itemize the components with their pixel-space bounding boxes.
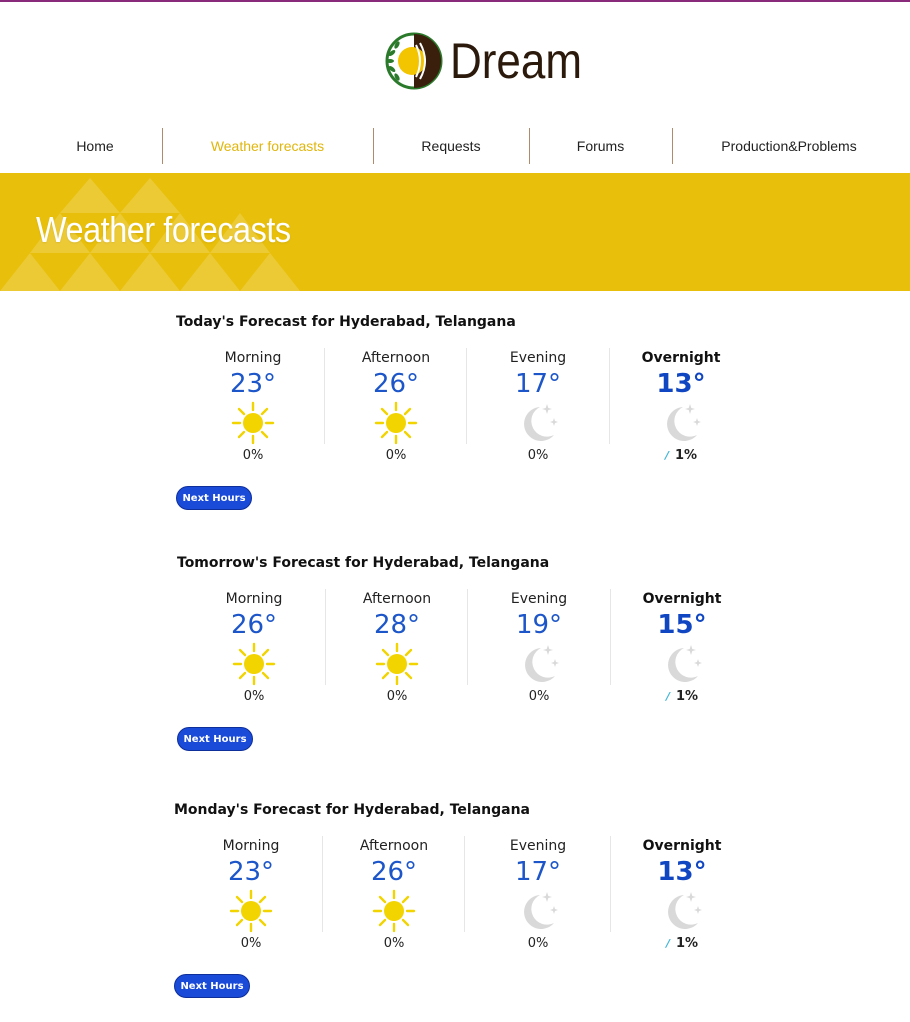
period-precip: 0% [242, 448, 264, 463]
period-evening: Evening 17° 0% [467, 348, 609, 468]
period-temp: 23° [227, 857, 275, 887]
moon-icon [467, 400, 609, 446]
brand-name: Dream [450, 33, 583, 89]
period-label: Morning [224, 350, 282, 366]
next-hours-button[interactable]: Next Hours [176, 486, 252, 510]
period-label: Overnight [642, 591, 722, 607]
raindrop-icon: / [664, 449, 669, 462]
period-temp: 26° [230, 610, 278, 640]
period-afternoon: Afternoon 28° 0% [326, 589, 468, 709]
top-border [0, 0, 910, 2]
period-label: Overnight [642, 838, 722, 854]
next-hours-button[interactable]: Next Hours [174, 974, 250, 998]
period-temp: 28° [373, 610, 421, 640]
period-precip-row: / 1% [611, 687, 753, 707]
period-temp: 17° [514, 369, 562, 399]
period-label: Afternoon [359, 838, 429, 854]
period-precip: 0% [528, 689, 550, 704]
period-overnight: Overnight 15° / 1% [611, 589, 753, 709]
nav-divider [162, 128, 163, 164]
period-afternoon: Afternoon 26° 0% [325, 348, 467, 468]
period-precip-row: / 1% [610, 446, 752, 466]
period-morning: Morning 23° 0% [182, 348, 324, 468]
period-temp: 13° [656, 369, 706, 399]
sun-icon [323, 888, 465, 934]
logo-emblem-icon [385, 32, 443, 90]
nav-home[interactable]: Home [40, 128, 150, 164]
period-precip: 0% [240, 936, 262, 951]
period-temp: 26° [370, 857, 418, 887]
period-evening: Evening 17° 0% [467, 836, 609, 956]
period-evening: Evening 19° 0% [468, 589, 610, 709]
period-precip: 1% [675, 689, 699, 704]
moon-icon [611, 641, 753, 687]
column-divider [464, 836, 465, 932]
period-afternoon: Afternoon 26° 0% [323, 836, 465, 956]
period-precip: 0% [385, 448, 407, 463]
nav-requests[interactable]: Requests [385, 128, 517, 164]
nav-divider [529, 128, 530, 164]
period-precip-row: / 1% [611, 934, 753, 954]
nav-forums[interactable]: Forums [540, 128, 661, 164]
period-label: Morning [225, 591, 283, 607]
sun-icon [183, 641, 325, 687]
period-precip: 0% [527, 936, 549, 951]
period-overnight: Overnight 13° / 1% [610, 348, 752, 468]
moon-icon [468, 641, 610, 687]
period-precip: 1% [674, 448, 698, 463]
period-temp: 13° [657, 857, 707, 887]
period-overnight: Overnight 13° / 1% [611, 836, 753, 956]
period-precip: 0% [527, 448, 549, 463]
period-morning: Morning 23° 0% [180, 836, 322, 956]
period-temp: 23° [229, 369, 277, 399]
moon-icon [467, 888, 609, 934]
period-label: Evening [510, 591, 568, 607]
period-temp: 17° [514, 857, 562, 887]
period-label: Afternoon [362, 591, 432, 607]
page-banner: Weather forecasts [0, 173, 910, 291]
forecast-section-monday: Monday's Forecast for Hyderabad, Telanga… [174, 802, 774, 1022]
forecast-section-today: Today's Forecast for Hyderabad, Telangan… [176, 314, 776, 534]
sun-icon [182, 400, 324, 446]
period-temp: 15° [657, 610, 707, 640]
raindrop-icon: / [665, 690, 670, 703]
period-precip: 0% [243, 689, 265, 704]
forecast-title: Monday's Forecast for Hyderabad, Telanga… [174, 802, 530, 818]
page-title: Weather forecasts [36, 209, 291, 250]
period-precip: 0% [386, 689, 408, 704]
moon-icon [610, 400, 752, 446]
period-label: Evening [509, 838, 567, 854]
period-label: Evening [509, 350, 567, 366]
nav-weather-forecasts[interactable]: Weather forecasts [175, 128, 360, 164]
forecast-section-tomorrow: Tomorrow's Forecast for Hyderabad, Telan… [177, 555, 777, 775]
sun-icon [180, 888, 322, 934]
period-temp: 26° [372, 369, 420, 399]
raindrop-icon: / [665, 937, 670, 950]
period-precip: 0% [383, 936, 405, 951]
logo[interactable]: Dream [384, 30, 600, 92]
period-temp: 19° [515, 610, 563, 640]
period-morning: Morning 26° 0% [183, 589, 325, 709]
nav-production-problems[interactable]: Production&Problems [690, 128, 888, 164]
period-label: Overnight [641, 350, 721, 366]
main-nav: Home Weather forecasts Requests Forums P… [0, 128, 910, 164]
nav-divider [373, 128, 374, 164]
period-label: Afternoon [361, 350, 431, 366]
sun-icon [326, 641, 468, 687]
period-precip: 1% [675, 936, 699, 951]
next-hours-button[interactable]: Next Hours [177, 727, 253, 751]
period-label: Morning [222, 838, 280, 854]
nav-divider [672, 128, 673, 164]
moon-icon [611, 888, 753, 934]
forecast-title: Tomorrow's Forecast for Hyderabad, Telan… [177, 555, 550, 571]
sun-icon [325, 400, 467, 446]
forecast-title: Today's Forecast for Hyderabad, Telangan… [176, 314, 516, 330]
